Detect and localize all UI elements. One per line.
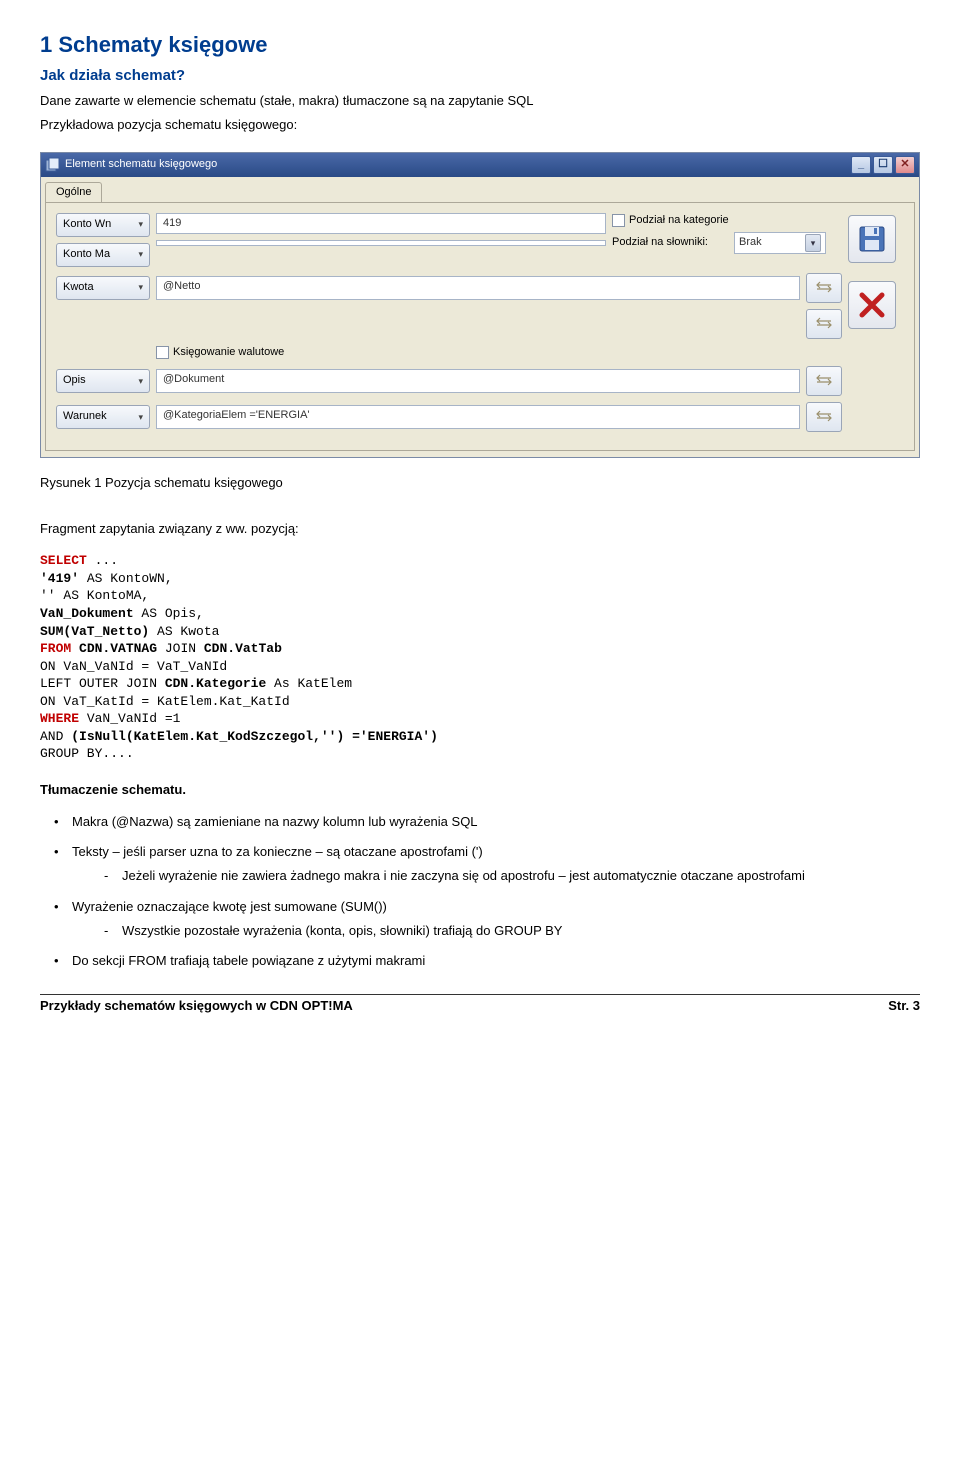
- konto-ma-button[interactable]: Konto Ma ▾: [56, 243, 150, 267]
- chevron-down-icon: ▾: [138, 248, 143, 261]
- chevron-down-icon: ▾: [138, 411, 143, 424]
- ksiegowanie-walutowe-checkbox[interactable]: [156, 346, 169, 359]
- konto-wn-label: Konto Wn: [63, 217, 111, 232]
- list-item: Wszystkie pozostałe wyrażenia (konta, op…: [100, 922, 920, 940]
- footer-rule: [40, 994, 920, 995]
- kwota-action-button[interactable]: [806, 273, 842, 303]
- opis-label: Opis: [63, 373, 86, 388]
- figure-caption: Rysunek 1 Pozycja schematu księgowego: [40, 474, 920, 492]
- save-button[interactable]: [848, 215, 896, 263]
- kwota-label: Kwota: [63, 280, 94, 295]
- heading-2: Jak działa schemat?: [40, 65, 920, 86]
- podzial-kategorie-label: Podział na kategorie: [629, 213, 729, 228]
- chevron-down-icon: ▾: [138, 218, 143, 231]
- cancel-button[interactable]: [848, 281, 896, 329]
- warunek-button[interactable]: Warunek ▾: [56, 405, 150, 429]
- chevron-down-icon: ▾: [805, 234, 821, 252]
- list-item: Jeżeli wyrażenie nie zawiera żadnego mak…: [100, 867, 920, 885]
- close-button[interactable]: ✕: [895, 156, 915, 174]
- window-app-icon: [45, 157, 61, 173]
- podzial-slowniki-label: Podział na słowniki:: [612, 235, 708, 250]
- minimize-button[interactable]: _: [851, 156, 871, 174]
- list-item: Wyrażenie oznaczające kwotę jest sumowan…: [40, 898, 920, 940]
- slowniki-value: Brak: [739, 235, 762, 250]
- slowniki-select[interactable]: Brak ▾: [734, 232, 826, 254]
- opis-button[interactable]: Opis ▾: [56, 369, 150, 393]
- opis-input[interactable]: @Dokument: [156, 369, 800, 393]
- warunek-input[interactable]: @KategoriaElem ='ENERGIA': [156, 405, 800, 429]
- konto-ma-label: Konto Ma: [63, 247, 110, 262]
- warunek-label: Warunek: [63, 409, 107, 424]
- bullet-list: Makra (@Nazwa) są zamieniane na nazwy ko…: [40, 813, 920, 970]
- page-number: Str. 3: [888, 997, 920, 1015]
- konto-ma-input[interactable]: [156, 240, 606, 246]
- extra-action-button[interactable]: [806, 309, 842, 339]
- sql-code-block: SELECT ... '419' AS KontoWN, '' AS Konto…: [40, 552, 920, 763]
- list-item: Do sekcji FROM trafiają tabele powiązane…: [40, 952, 920, 970]
- window-titlebar: Element schematu księgowego _ ☐ ✕: [41, 153, 919, 177]
- list-item: Makra (@Nazwa) są zamieniane na nazwy ko…: [40, 813, 920, 831]
- heading-1: 1 Schematy księgowe: [40, 30, 920, 61]
- translation-heading: Tłumaczenie schematu.: [40, 781, 920, 799]
- konto-wn-input[interactable]: 419: [156, 213, 606, 234]
- example-caption: Przykładowa pozycja schematu księgowego:: [40, 116, 920, 134]
- chevron-down-icon: ▾: [138, 375, 143, 388]
- warunek-action-button[interactable]: [806, 402, 842, 432]
- window-element-schematu: Element schematu księgowego _ ☐ ✕ Ogólne…: [40, 152, 920, 458]
- tab-ogolne[interactable]: Ogólne: [45, 182, 102, 202]
- konto-wn-button[interactable]: Konto Wn ▾: [56, 213, 150, 237]
- footer-title: Przykłady schematów księgowych w CDN OPT…: [40, 997, 888, 1015]
- chevron-down-icon: ▾: [138, 281, 143, 294]
- opis-action-button[interactable]: [806, 366, 842, 396]
- kwota-button[interactable]: Kwota ▾: [56, 276, 150, 300]
- intro-text: Dane zawarte w elemencie schematu (stałe…: [40, 92, 920, 110]
- fragment-label: Fragment zapytania związany z ww. pozycj…: [40, 520, 920, 538]
- podzial-kategorie-checkbox[interactable]: [612, 214, 625, 227]
- maximize-button[interactable]: ☐: [873, 156, 893, 174]
- window-title: Element schematu księgowego: [65, 157, 217, 172]
- kwota-input[interactable]: @Netto: [156, 276, 800, 300]
- list-item: Teksty – jeśli parser uzna to za koniecz…: [40, 843, 920, 885]
- ksiegowanie-walutowe-label: Księgowanie walutowe: [173, 345, 284, 360]
- page-footer: Przykłady schematów księgowych w CDN OPT…: [40, 997, 920, 1015]
